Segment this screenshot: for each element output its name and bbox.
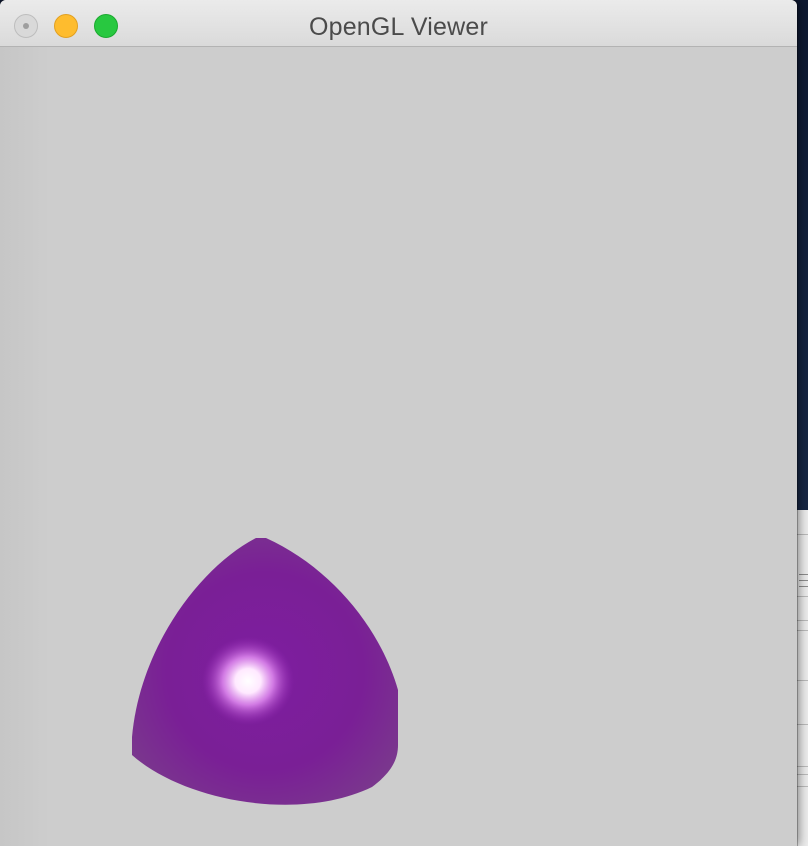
background-window-divider [797, 630, 808, 631]
background-window-grip [799, 580, 808, 581]
background-window-divider [797, 620, 808, 621]
opengl-canvas[interactable] [0, 47, 797, 846]
background-window-divider [797, 680, 808, 681]
background-window-grip [799, 574, 808, 575]
specular-highlight [202, 637, 294, 725]
background-window-divider [797, 786, 808, 787]
background-window-divider [797, 774, 808, 775]
background-window-divider [797, 596, 808, 597]
window-title: OpenGL Viewer [308, 13, 489, 41]
sphere-octant-object [132, 538, 398, 805]
background-window-divider [797, 534, 808, 535]
opengl-viewer-window: OpenGL Viewer [0, 0, 797, 846]
render-surface [132, 538, 398, 805]
title-bar[interactable]: OpenGL Viewer [0, 0, 797, 47]
background-window-divider [797, 766, 808, 767]
background-window-divider [797, 724, 808, 725]
background-window-grip [799, 586, 808, 587]
